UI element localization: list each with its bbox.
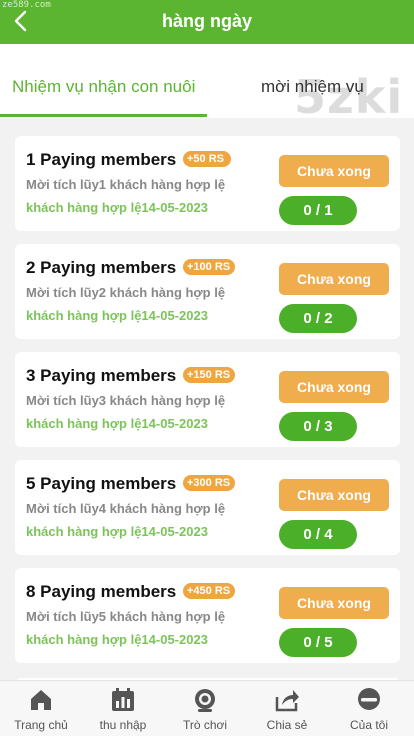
nav-item-share[interactable]: Chia sẻ <box>246 681 328 736</box>
tab-bar: 5zki Nhiệm vụ nhận con nuôi mời nhiệm vụ <box>0 44 414 124</box>
task-title: 1 Paying members <box>26 150 177 169</box>
progress-pill: 0 / 1 <box>279 196 357 225</box>
nav-item-profile[interactable]: Của tôi <box>328 681 410 736</box>
reward-badge: +50 RS <box>183 151 231 167</box>
task-card: 3 Paying members +150 RS Mời tích lũy3 k… <box>15 352 400 447</box>
nav-label: thu nhập <box>99 718 147 732</box>
page-title: hàng ngày <box>161 11 252 31</box>
task-card: 5 Paying members +300 RS Mời tích lũy4 k… <box>15 460 400 555</box>
reward-badge: +150 RS <box>183 367 235 383</box>
reward-badge: +450 RS <box>183 583 235 599</box>
calendar-chart-icon <box>112 688 134 711</box>
task-title: 2 Paying members <box>26 258 177 277</box>
progress-pill: 0 / 3 <box>279 412 357 441</box>
nav-label: Trang chủ <box>14 718 68 732</box>
progress-pill: 0 / 2 <box>279 304 357 333</box>
home-icon <box>31 690 51 710</box>
tab-invite-tasks[interactable]: mời nhiệm vụ <box>261 77 364 97</box>
task-date: khách hàng hợp lệ14-05-2023 <box>26 524 208 539</box>
progress-pill: 0 / 4 <box>279 520 357 549</box>
task-date: khách hàng hợp lệ14-05-2023 <box>26 200 208 215</box>
task-card: 8 Paying members +450 RS Mời tích lũy5 k… <box>15 568 400 663</box>
header-bar: ze589.com hàng ngày <box>0 0 414 44</box>
task-description: Mời tích lũy2 khách hàng hợp lệ <box>26 285 226 300</box>
task-date: khách hàng hợp lệ14-05-2023 <box>26 416 208 431</box>
nav-item-games[interactable]: Trò chơi <box>164 681 246 736</box>
share-icon <box>275 690 299 712</box>
reward-badge: +300 RS <box>183 475 235 491</box>
user-circle-icon <box>358 688 380 710</box>
status-button[interactable]: Chưa xong <box>279 371 389 403</box>
task-description: Mời tích lũy1 khách hàng hợp lệ <box>26 177 226 192</box>
camera-icon <box>195 689 215 712</box>
reward-badge: +100 RS <box>183 259 235 275</box>
task-description: Mời tích lũy5 khách hàng hợp lệ <box>26 609 226 624</box>
progress-pill: 0 / 5 <box>279 628 357 657</box>
nav-label: Trò chơi <box>182 718 228 732</box>
status-button[interactable]: Chưa xong <box>279 479 389 511</box>
task-description: Mời tích lũy4 khách hàng hợp lệ <box>26 501 226 516</box>
task-title: 3 Paying members <box>26 366 177 385</box>
bottom-navigation: Trang chủ thu nhập Trò chơi Chia sẻ Của … <box>0 680 414 736</box>
task-description: Mời tích lũy3 khách hàng hợp lệ <box>26 393 226 408</box>
task-title: 8 Paying members <box>26 582 177 601</box>
tab-adoption-tasks[interactable]: Nhiệm vụ nhận con nuôi <box>12 77 195 97</box>
nav-label: Của tôi <box>349 718 389 732</box>
task-date: khách hàng hợp lệ14-05-2023 <box>26 308 208 323</box>
nav-label: Chia sẻ <box>266 718 308 732</box>
nav-item-income[interactable]: thu nhập <box>82 681 164 736</box>
status-button[interactable]: Chưa xong <box>279 587 389 619</box>
status-button[interactable]: Chưa xong <box>279 155 389 187</box>
task-card: 2 Paying members +100 RS Mời tích lũy2 k… <box>15 244 400 339</box>
status-button[interactable]: Chưa xong <box>279 263 389 295</box>
task-title: 5 Paying members <box>26 474 177 493</box>
active-tab-indicator <box>0 114 207 117</box>
task-card: 1 Paying members +50 RS Mời tích lũy1 kh… <box>15 136 400 231</box>
nav-item-home[interactable]: Trang chủ <box>0 681 82 736</box>
task-date: khách hàng hợp lệ14-05-2023 <box>26 632 208 647</box>
